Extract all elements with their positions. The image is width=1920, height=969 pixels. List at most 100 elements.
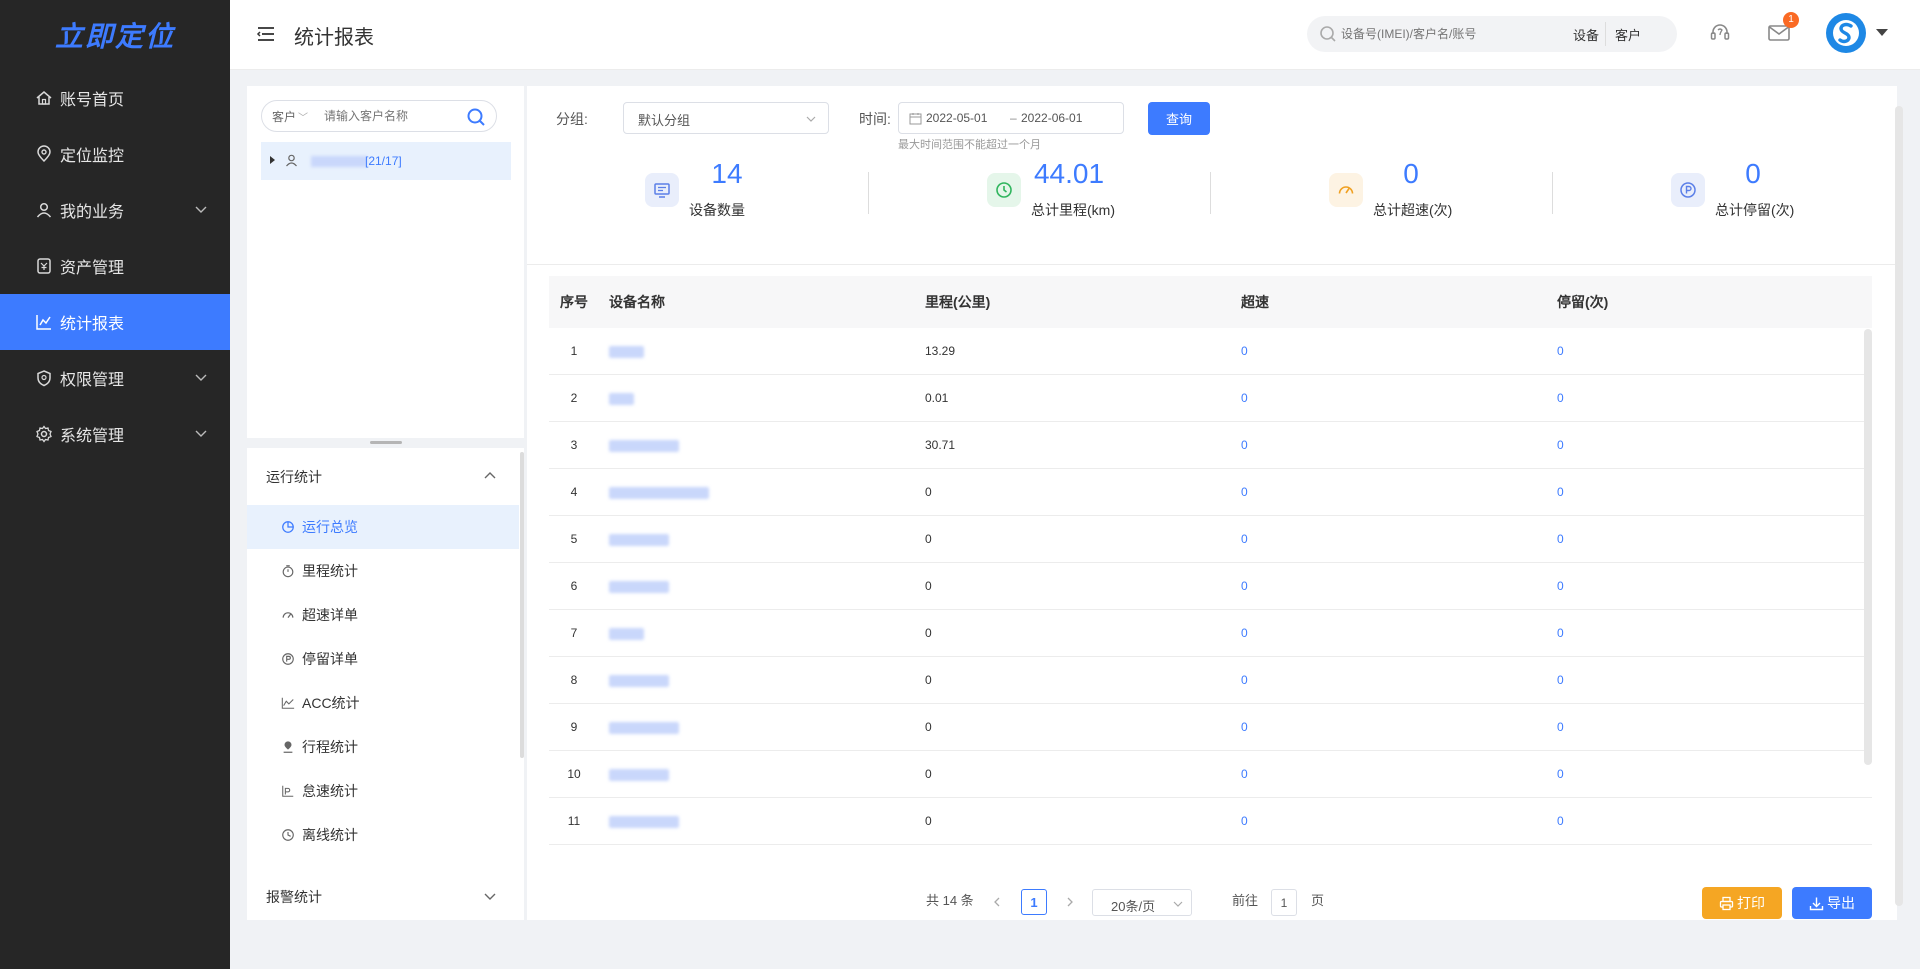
user-menu-caret-icon[interactable] — [1876, 29, 1888, 36]
customer-tree-node[interactable]: [21/17] — [261, 142, 511, 180]
report-menu-item-7[interactable]: 离线统计 — [247, 813, 519, 857]
table-body: 1 13.29 0 0 2 0.01 0 0 3 30.71 0 0 4 0 0 0 5 0 0 0 6 0 0 0 7 0 0 0 8… — [549, 328, 1872, 845]
row-overspeed-link[interactable]: 0 — [1241, 485, 1248, 499]
page-title: 统计报表 — [294, 27, 374, 49]
sidebar-item-1[interactable]: 定位监控 — [0, 126, 230, 182]
avatar[interactable] — [1826, 13, 1866, 53]
row-overspeed-link[interactable]: 0 — [1241, 626, 1248, 640]
date-end[interactable]: 2022-06-01 — [1021, 111, 1082, 125]
report-menu-item-6[interactable]: 怠速统计 — [247, 769, 519, 813]
table-row[interactable]: 6 0 0 0 — [549, 563, 1872, 610]
prev-page-icon[interactable] — [984, 889, 1010, 915]
row-stay-link[interactable]: 0 — [1557, 720, 1564, 734]
section-alarm-stats[interactable]: 报警统计 — [247, 871, 519, 921]
row-stay-link[interactable]: 0 — [1557, 626, 1564, 640]
device-name-redacted — [609, 393, 634, 405]
menu-toggle-icon[interactable] — [256, 24, 276, 44]
date-range-picker[interactable]: 2022-05-01 – 2022-06-01 — [898, 102, 1124, 134]
table-row[interactable]: 4 0 0 0 — [549, 469, 1872, 516]
row-stay-link[interactable]: 0 — [1557, 485, 1564, 499]
row-stay-link[interactable]: 0 — [1557, 391, 1564, 405]
report-menu-item-2[interactable]: 超速详单 — [247, 593, 519, 637]
table-row[interactable]: 10 0 0 0 — [549, 751, 1872, 798]
caret-right-icon[interactable] — [270, 156, 275, 164]
section-divider — [527, 264, 1897, 265]
report-menu-item-1[interactable]: 里程统计 — [247, 549, 519, 593]
device-name-redacted — [609, 816, 679, 828]
table-row[interactable]: 11 0 0 0 — [549, 798, 1872, 845]
sidebar-item-6[interactable]: 系统管理 — [0, 406, 230, 462]
section-run-stats[interactable]: 运行统计 — [247, 451, 519, 501]
print-button[interactable]: 打印 — [1702, 887, 1782, 919]
row-stay-link[interactable]: 0 — [1557, 438, 1564, 452]
table-row[interactable]: 5 0 0 0 — [549, 516, 1872, 563]
goto-label: 前往 — [1232, 893, 1259, 908]
sidebar-item-5[interactable]: 权限管理 — [0, 350, 230, 406]
search-tag-customer[interactable]: 客户 — [1615, 25, 1641, 44]
table-row[interactable]: 3 30.71 0 0 — [549, 422, 1872, 469]
shield-icon — [35, 369, 53, 387]
query-button[interactable]: 查询 — [1148, 102, 1210, 135]
sidebar-item-0[interactable]: 账号首页 — [0, 70, 230, 126]
group-label: 分组: — [556, 111, 588, 127]
report-menu-item-3[interactable]: 停留详单 — [247, 637, 519, 681]
table-row[interactable]: 1 13.29 0 0 — [549, 328, 1872, 375]
row-stay-link[interactable]: 0 — [1557, 767, 1564, 781]
page-size-select[interactable]: 20条/页 — [1092, 889, 1192, 916]
headset-icon[interactable] — [1709, 22, 1731, 44]
row-overspeed-link[interactable]: 0 — [1241, 532, 1248, 546]
row-overspeed-link[interactable]: 0 — [1241, 814, 1248, 828]
table-scrollbar[interactable] — [1864, 329, 1872, 765]
next-page-icon[interactable] — [1057, 889, 1083, 915]
table-row[interactable]: 7 0 0 0 — [549, 610, 1872, 657]
clock-green-icon — [996, 182, 1012, 198]
table-row[interactable]: 8 0 0 0 — [549, 657, 1872, 704]
search-input[interactable] — [1341, 24, 1551, 44]
page-number-current[interactable]: 1 — [1021, 889, 1047, 915]
asset-icon — [37, 258, 51, 274]
table-row[interactable]: 9 0 0 0 — [549, 704, 1872, 751]
customer-search: 客户 ﹀ — [261, 100, 497, 132]
customer-name-input[interactable] — [324, 107, 460, 125]
sidebar-item-2[interactable]: 我的业务 — [0, 182, 230, 238]
row-index: 11 — [567, 814, 581, 828]
report-menu-item-0[interactable]: 运行总览 — [247, 505, 519, 549]
row-overspeed-link[interactable]: 0 — [1241, 579, 1248, 593]
goto-page-input[interactable] — [1271, 889, 1297, 916]
report-menu-item-5[interactable]: 行程统计 — [247, 725, 519, 769]
row-stay-link[interactable]: 0 — [1557, 344, 1564, 358]
left-scrollbar[interactable] — [520, 452, 524, 758]
group-select[interactable]: 默认分组 — [623, 102, 829, 134]
table-row[interactable]: 2 0.01 0 0 — [549, 375, 1872, 422]
row-stay-link[interactable]: 0 — [1557, 814, 1564, 828]
export-button[interactable]: 导出 — [1792, 887, 1872, 919]
search-tag-device[interactable]: 设备 — [1573, 25, 1599, 44]
row-stay-link[interactable]: 0 — [1557, 579, 1564, 593]
row-stay-link[interactable]: 0 — [1557, 532, 1564, 546]
row-overspeed-link[interactable]: 0 — [1241, 767, 1248, 781]
row-overspeed-link[interactable]: 0 — [1241, 344, 1248, 358]
printer-icon — [1719, 896, 1734, 910]
row-overspeed-link[interactable]: 0 — [1241, 720, 1248, 734]
gear-icon — [35, 425, 53, 443]
col-header-stay[interactable]: 停留(次) — [1547, 292, 1863, 312]
device-name-redacted — [609, 581, 669, 593]
col-header-overspeed[interactable]: 超速 — [1231, 292, 1547, 312]
row-overspeed-link[interactable]: 0 — [1241, 391, 1248, 405]
report-menu-item-4[interactable]: ACC统计 — [247, 681, 519, 725]
customer-type-select[interactable]: 客户 ﹀ — [272, 108, 308, 125]
sidebar-item-3[interactable]: 资产管理 — [0, 238, 230, 294]
resize-handle[interactable] — [370, 441, 402, 444]
row-device-name — [599, 798, 915, 844]
col-header-mileage[interactable]: 里程(公里) — [915, 292, 1231, 312]
row-overspeed-link[interactable]: 0 — [1241, 673, 1248, 687]
search-icon[interactable] — [466, 107, 486, 127]
row-stay-link[interactable]: 0 — [1557, 673, 1564, 687]
row-overspeed-link[interactable]: 0 — [1241, 438, 1248, 452]
sidebar-item-4[interactable]: 统计报表 — [0, 294, 230, 350]
row-stay: 0 — [1547, 532, 1863, 546]
col-header-index[interactable]: 序号 — [549, 292, 599, 312]
col-header-device-name[interactable]: 设备名称 — [599, 276, 915, 328]
date-start[interactable]: 2022-05-01 — [926, 111, 987, 125]
main-scrollbar[interactable] — [1895, 106, 1903, 906]
